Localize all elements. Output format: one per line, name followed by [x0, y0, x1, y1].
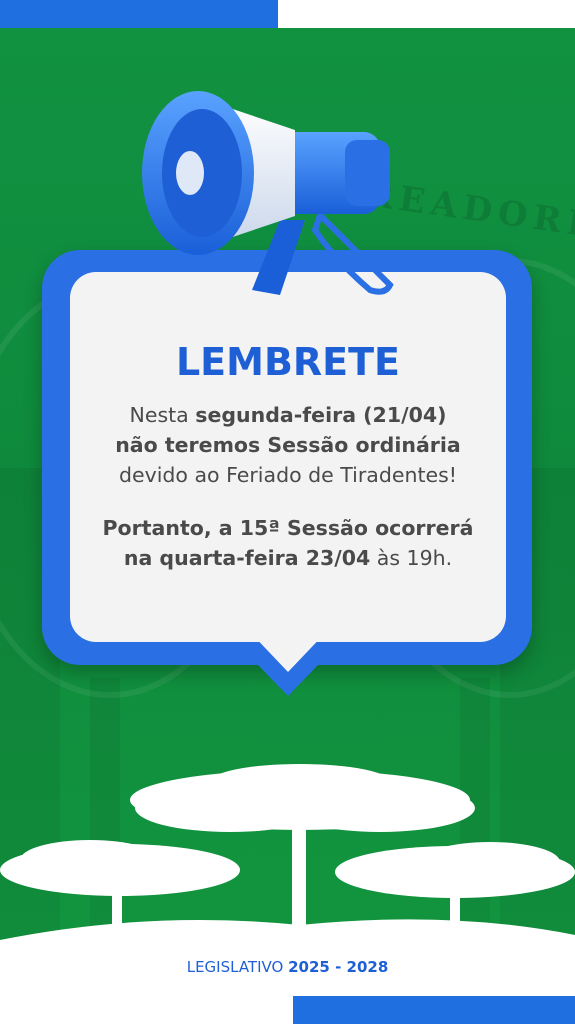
footer-stripe-blue	[293, 996, 575, 1024]
message-bold-text: segunda-feira (21/04)	[195, 403, 447, 427]
message-text: devido ao Feriado de Tiradentes!	[118, 463, 458, 487]
footer-label: LEGISLATIVO	[186, 958, 289, 976]
message-bold-text: na quarta-feira 23/04	[123, 546, 371, 570]
message-text: Nesta	[129, 403, 196, 427]
top-stripe-blue	[0, 0, 278, 28]
footer-years: 2025 - 2028	[288, 958, 389, 976]
reminder-message: Nesta segunda-feira (21/04) não teremos …	[70, 400, 506, 490]
message-bold-text: não teremos Sessão ordinária	[115, 433, 461, 457]
footer	[0, 940, 575, 1024]
speech-bubble-card-tail	[248, 630, 328, 672]
reminder-title: LEMBRETE	[175, 340, 401, 384]
session-message: Portanto, a 15ª Sessão ocorrerá na quart…	[70, 513, 506, 573]
megaphone-icon	[142, 91, 394, 295]
footer-legislature-label: LEGISLATIVO 2025 - 2028	[0, 958, 575, 976]
message-text: às 19h.	[370, 546, 453, 570]
message-bold-text: Portanto, a 15ª Sessão ocorrerá	[102, 516, 474, 540]
top-stripe	[0, 0, 575, 28]
araucaria-trees-graphic	[0, 764, 575, 940]
